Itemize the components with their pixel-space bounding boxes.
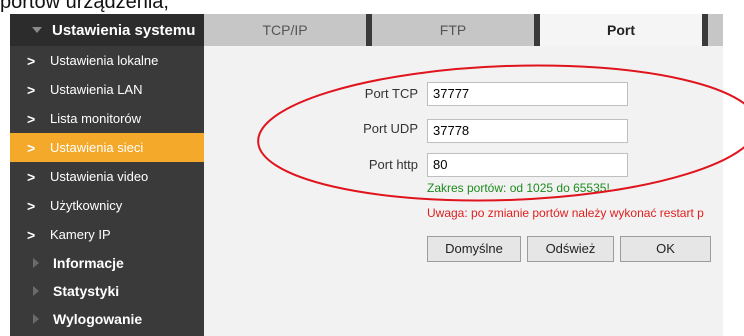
sidebar-section-label: Statystyki bbox=[53, 283, 120, 299]
triangle-down-icon bbox=[32, 27, 42, 33]
sidebar-item-label: Ustawienia LAN bbox=[50, 82, 143, 97]
refresh-button[interactable]: Odśwież bbox=[527, 236, 614, 262]
sidebar-item-ustawienia-video[interactable]: > Ustawienia video bbox=[10, 162, 204, 191]
port-tcp-input[interactable]: 37777 bbox=[427, 82, 628, 106]
sidebar-section-statystyki[interactable]: Statystyki bbox=[10, 277, 204, 305]
sidebar-item-ustawienia-lan[interactable]: > Ustawienia LAN bbox=[10, 75, 204, 104]
sidebar-item-lista-monitorow[interactable]: > Lista monitorów bbox=[10, 104, 204, 133]
sidebar-item-label: Ustawienia lokalne bbox=[50, 53, 159, 68]
chevron-right-icon: > bbox=[27, 197, 36, 214]
sidebar-item-label: Użytkownicy bbox=[50, 198, 123, 213]
top-fragment-text: portów urządzenia, bbox=[0, 0, 169, 13]
triangle-right-icon bbox=[33, 286, 39, 296]
port-settings-panel: Port TCP 37777 Port UDP 37778 Port http … bbox=[204, 46, 723, 336]
chevron-right-icon: > bbox=[27, 226, 36, 243]
chevron-right-icon: > bbox=[27, 139, 36, 156]
sidebar-section-informacje[interactable]: Informacje bbox=[10, 249, 204, 277]
port-udp-input[interactable]: 37778 bbox=[427, 119, 628, 143]
port-http-label: Port http bbox=[368, 157, 418, 172]
sidebar: Ustawienia systemu > Ustawienia lokalne … bbox=[10, 14, 204, 336]
sidebar-item-uzytkownicy[interactable]: > Użytkownicy bbox=[10, 191, 204, 220]
tab-port[interactable]: Port bbox=[540, 14, 702, 46]
port-http-input[interactable]: 80 bbox=[427, 153, 628, 177]
port-tcp-label: Port TCP bbox=[364, 86, 418, 101]
sidebar-item-label: Lista monitorów bbox=[50, 111, 142, 126]
sidebar-header[interactable]: Ustawienia systemu bbox=[10, 14, 204, 46]
tab-tcpip[interactable]: TCP/IP bbox=[204, 14, 366, 46]
ok-button[interactable]: OK bbox=[620, 236, 711, 262]
chevron-right-icon: > bbox=[27, 52, 36, 69]
app-window: Ustawienia systemu > Ustawienia lokalne … bbox=[10, 14, 723, 336]
default-button[interactable]: Domyślne bbox=[427, 236, 521, 262]
chevron-right-icon: > bbox=[27, 110, 36, 127]
port-range-note: Zakres portów: od 1025 do 65535! bbox=[427, 181, 610, 195]
sidebar-item-label: Ustawienia video bbox=[50, 169, 149, 184]
sidebar-section-label: Wylogowanie bbox=[53, 311, 143, 327]
chevron-right-icon: > bbox=[27, 81, 36, 98]
triangle-right-icon bbox=[33, 258, 39, 268]
triangle-right-icon bbox=[33, 314, 39, 324]
sidebar-item-label: Kamery IP bbox=[50, 227, 111, 242]
chevron-right-icon: > bbox=[27, 168, 36, 185]
restart-warning: Uwaga: po zmianie portów należy wykonać … bbox=[427, 206, 704, 220]
sidebar-header-label: Ustawienia systemu bbox=[52, 21, 196, 39]
sidebar-item-ustawienia-lokalne[interactable]: > Ustawienia lokalne bbox=[10, 46, 204, 75]
tab-bar: TCP/IP FTP Port bbox=[204, 14, 723, 46]
sidebar-section-label: Informacje bbox=[53, 255, 124, 271]
sidebar-item-label: Ustawienia sieci bbox=[50, 140, 144, 155]
tab-ftp[interactable]: FTP bbox=[372, 14, 534, 46]
sidebar-section-wylogowanie[interactable]: Wylogowanie bbox=[10, 305, 204, 333]
port-udp-label: Port UDP bbox=[363, 121, 418, 136]
sidebar-item-ustawienia-sieci[interactable]: > Ustawienia sieci bbox=[10, 133, 204, 162]
top-text-fragment: portów urządzenia, bbox=[0, 0, 744, 14]
tab-overflow[interactable] bbox=[708, 14, 723, 46]
sidebar-item-kamery-ip[interactable]: > Kamery IP bbox=[10, 220, 204, 249]
